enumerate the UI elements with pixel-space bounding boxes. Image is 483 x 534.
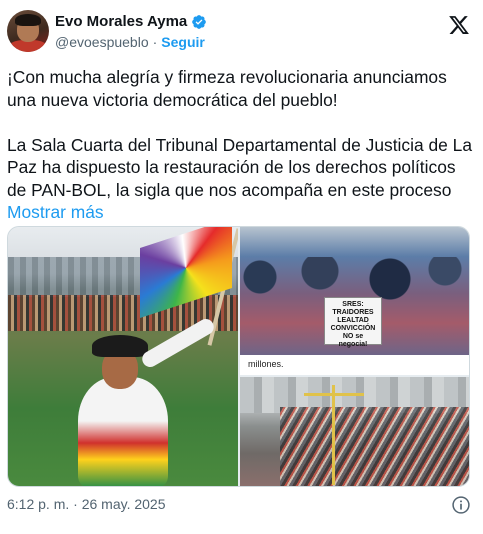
- follow-button[interactable]: Seguir: [161, 34, 205, 50]
- avatar[interactable]: [7, 10, 49, 52]
- x-logo-icon[interactable]: [448, 14, 470, 36]
- tweet-text: ¡Con mucha alegría y firmeza revoluciona…: [7, 66, 472, 224]
- media-grid: SRES: TRAIDORES LEALTAD CONVICCIÓN NO se…: [7, 226, 470, 487]
- tweet-body: ¡Con mucha alegría y firmeza revoluciona…: [7, 67, 472, 200]
- bowler-hat: [92, 335, 148, 357]
- avatar-hair: [15, 14, 41, 26]
- tweet-header: Evo Morales Ayma @evoespueblo · Seguir: [7, 8, 476, 56]
- separator-dot: ·: [152, 34, 158, 50]
- protest-sign: SRES: TRAIDORES LEALTAD CONVICCIÓN NO se…: [324, 297, 382, 348]
- photo-rally-woman[interactable]: [8, 227, 238, 486]
- show-more-link[interactable]: Mostrar más: [7, 202, 104, 222]
- streetlight-pole: [332, 385, 335, 485]
- street-crowd: [280, 407, 469, 486]
- author-name[interactable]: Evo Morales Ayma: [55, 13, 187, 30]
- verified-badge-icon: [192, 14, 207, 29]
- photo-caption: millones.: [240, 355, 469, 375]
- author-handle[interactable]: @evoespueblo: [55, 34, 149, 50]
- photo-protest-umbrellas[interactable]: SRES: TRAIDORES LEALTAD CONVICCIÓN NO se…: [240, 227, 469, 375]
- author-name-row: Evo Morales Ayma: [55, 13, 207, 30]
- author-handle-row: @evoespueblo · Seguir: [55, 34, 205, 50]
- woman-figure: [78, 377, 168, 486]
- tweet-timestamp[interactable]: 6:12 p. m. · 26 may. 2025: [7, 496, 166, 512]
- info-icon[interactable]: [451, 495, 471, 515]
- photo-street-march[interactable]: [240, 377, 469, 486]
